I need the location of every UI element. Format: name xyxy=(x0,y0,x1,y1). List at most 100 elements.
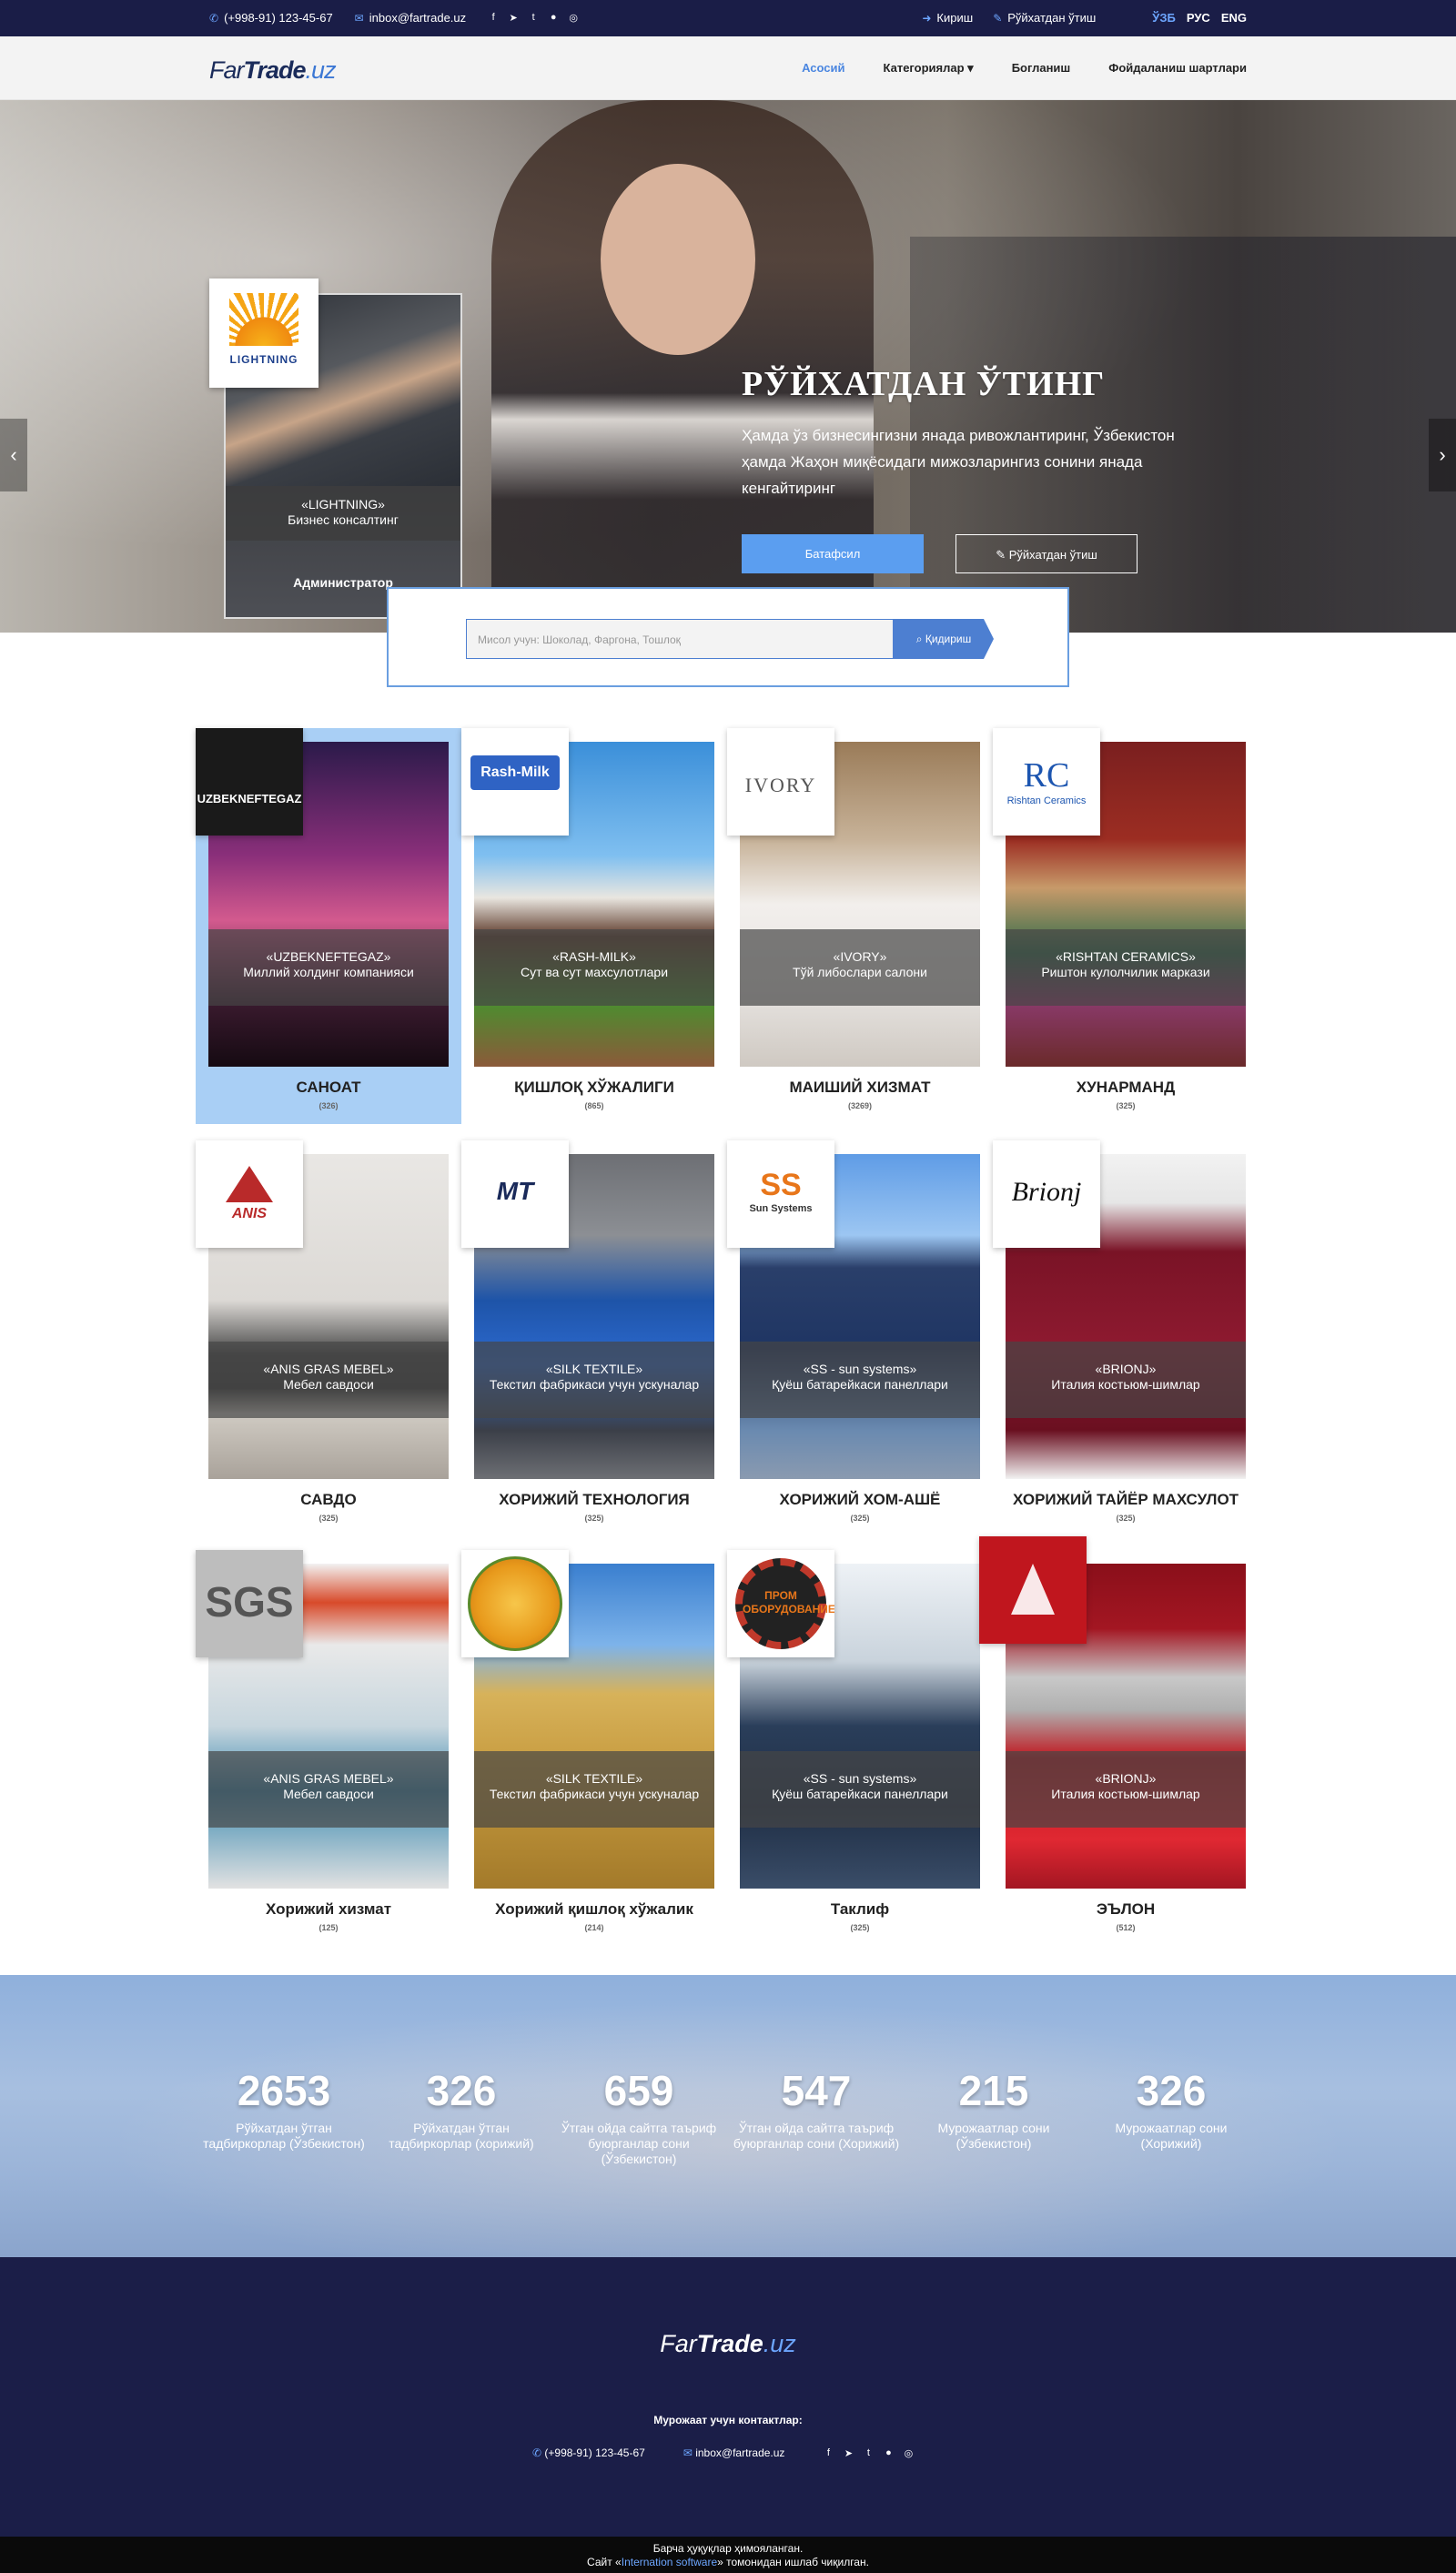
card-desc: Италия костьюм-шимлар xyxy=(1051,1787,1200,1801)
category-card-foreign-service[interactable]: «ANIS GRAS MEBEL» Мебел савдоси SGS Хориж… xyxy=(196,1550,461,1960)
logo-text: MT xyxy=(496,1177,534,1205)
instagram-icon[interactable]: ◎ xyxy=(903,2447,914,2459)
card-desc: Қуёш батарейкаси панеллари xyxy=(772,1787,948,1801)
footer-email[interactable]: ✉ inbox@fartrade.uz xyxy=(683,2446,785,2459)
logo-text: Rash-Milk xyxy=(470,755,560,790)
logo-text: UZBEKNEFTEGAZ xyxy=(197,792,302,805)
featured-company-desc: Бизнес консалтинг xyxy=(288,512,399,527)
category-count: (325) xyxy=(1116,1514,1136,1523)
twitter-icon[interactable]: t xyxy=(528,12,539,24)
category-title: САНОАТ (326) xyxy=(196,1079,461,1115)
site-footer: FarTrade.uz Мурожаат учун контактлар: ✆ … xyxy=(0,2257,1456,2573)
stat-number: 215 xyxy=(958,2067,1029,2114)
hero-text: РЎЙХАТДАН ЎТИНГ Ҳамда ўз бизнесингизни я… xyxy=(742,364,1215,501)
more-button[interactable]: Батафсил xyxy=(742,534,924,573)
category-card-raw-materials[interactable]: «SS - sun systems» Қуёш батарейкаси панел… xyxy=(727,1140,993,1550)
search-button-label: Қидириш xyxy=(925,633,972,645)
nav-contact[interactable]: Богланиш xyxy=(1012,61,1071,76)
category-card-services[interactable]: «IVORY» Тўй либослари салони IVORY МАИШИЙ… xyxy=(727,728,993,1124)
card-overlay: «SS - sun systems» Қуёш батарейкаси панел… xyxy=(740,1751,980,1828)
made-by-suffix: » томонидан ишлаб чиқилган. xyxy=(717,2556,869,2568)
nav-categories[interactable]: Категориялар ▾ xyxy=(884,61,974,76)
sgs-logo: SGS xyxy=(196,1550,303,1657)
category-count: (325) xyxy=(850,1923,870,1932)
stat-item: 659 Ўтган ойда сайтга таъриф буюрганлар с… xyxy=(552,2066,725,2167)
category-card-craftsman[interactable]: «RISHTAN CERAMICS» Риштон кулолчилик марк… xyxy=(993,728,1259,1124)
category-title-text: МАИШИЙ ХИЗМАТ xyxy=(789,1079,931,1096)
category-title: Хорижий қишлоқ хўжалик (214) xyxy=(461,1900,727,1937)
hero-title: РЎЙХАТДАН ЎТИНГ xyxy=(742,365,1106,403)
made-by-prefix: Сайт « xyxy=(587,2556,622,2568)
login-label: Кириш xyxy=(936,11,974,25)
nav-home[interactable]: Асосий xyxy=(802,61,844,76)
footer-logo-uz: .uz xyxy=(763,2330,796,2357)
facebook-icon[interactable]: f xyxy=(488,12,499,24)
phone-contact[interactable]: ✆ (+998-91) 123-45-67 xyxy=(209,11,333,25)
instagram-icon[interactable]: ◎ xyxy=(568,12,579,24)
category-count: (325) xyxy=(1116,1101,1136,1110)
slider-prev-button[interactable]: ‹ xyxy=(0,419,27,491)
rights-text: Барча ҳуқуқлар ҳимояланган. xyxy=(652,2542,804,2555)
card-overlay: «SS - sun systems» Қуёш батарейкаси панел… xyxy=(740,1342,980,1418)
main-nav: Асосий Категориялар ▾ Богланиш Фойдалани… xyxy=(802,61,1247,76)
twitter-icon[interactable]: t xyxy=(863,2447,874,2459)
wechat-icon[interactable]: ● xyxy=(548,12,559,24)
facebook-icon[interactable]: f xyxy=(823,2447,834,2459)
wechat-icon[interactable]: ● xyxy=(883,2447,894,2459)
login-icon: ➜ xyxy=(922,12,932,25)
category-title: ХОРИЖИЙ ТАЙЁР МАХСУЛОТ (325) xyxy=(993,1491,1259,1527)
envelope-icon: ✉ xyxy=(354,12,364,25)
statistics-section: 2653 Рўйхатдан ўтган тадбиркорлар (Ўзбеки… xyxy=(0,1975,1456,2257)
tree-icon xyxy=(1011,1564,1055,1615)
category-count: (512) xyxy=(1116,1923,1136,1932)
sun-systems-logo: SS Sun Systems xyxy=(727,1140,834,1248)
card-desc: Сут ва сут махсулотлари xyxy=(520,965,669,979)
logo-subtext: Sun Systems xyxy=(749,1203,813,1214)
stat-item: 547 Ўтган ойда сайтга таъриф буюрганлар с… xyxy=(730,2066,903,2152)
stat-number: 2653 xyxy=(237,2067,331,2114)
telegram-icon[interactable]: ➤ xyxy=(843,2447,854,2459)
category-card-foreign-agriculture[interactable]: «SILK TEXTILE» Текстил фабрикаси учун уск… xyxy=(461,1550,727,1960)
category-card-announcement[interactable]: «BRIONJ» Италия костьюм-шимлар ЭЪЛОН (512) xyxy=(979,1536,1259,1960)
slider-next-button[interactable]: › xyxy=(1429,419,1456,491)
site-logo[interactable]: FarTrade.uz xyxy=(209,56,337,85)
category-title-text: ХОРИЖИЙ ХОМ-АШЁ xyxy=(779,1491,941,1508)
card-desc: Текстил фабрикаси учун ускуналар xyxy=(489,1377,700,1392)
tree-logo xyxy=(979,1536,1087,1644)
stat-number: 547 xyxy=(781,2067,852,2114)
stat-item: 215 Мурожаатлар сони (Ўзбекистон) xyxy=(907,2066,1080,2152)
login-link[interactable]: ➜ Кириш xyxy=(922,11,973,25)
category-title: Таклиф (325) xyxy=(727,1900,993,1937)
card-company: «ANIS GRAS MEBEL» xyxy=(263,1771,394,1786)
search-input[interactable]: Мисол учун: Шоколад, Фаргона, Тошлоқ xyxy=(466,619,894,659)
logo-far: Far xyxy=(209,56,244,84)
lang-ru[interactable]: РУС xyxy=(1187,11,1210,25)
category-card-industry[interactable]: «UZBEKNEFTEGAZ» Миллий холдинг компанияси… xyxy=(196,728,461,1124)
email-contact[interactable]: ✉ inbox@fartrade.uz xyxy=(355,11,466,25)
category-card-finished-goods[interactable]: «BRIONJ» Италия костьюм-шимлар Brionj ХОР… xyxy=(993,1140,1259,1550)
category-card-agriculture[interactable]: «RASH-MILK» Сут ва сут махсулотлари Rash-… xyxy=(461,728,727,1124)
search-icon: ⌕ xyxy=(915,633,925,645)
search-button[interactable]: ⌕ Қидириш xyxy=(894,619,994,659)
telegram-icon[interactable]: ➤ xyxy=(508,12,519,24)
footer-logo[interactable]: FarTrade.uz xyxy=(0,2330,1456,2358)
category-title: ЭЪЛОН (512) xyxy=(993,1900,1259,1937)
category-card-offer[interactable]: «SS - sun systems» Қуёш батарейкаси панел… xyxy=(727,1550,993,1960)
category-card-foreign-tech[interactable]: «SILK TEXTILE» Текстил фабрикаси учун уск… xyxy=(461,1140,727,1550)
category-count: (325) xyxy=(584,1514,604,1523)
developer-link[interactable]: Internation software xyxy=(622,2556,717,2568)
category-title-text: Таклиф xyxy=(830,1900,890,1918)
category-title-text: ХОРИЖИЙ ТАЙЁР МАХСУЛОТ xyxy=(1012,1491,1239,1508)
lang-uz[interactable]: ЎЗБ xyxy=(1152,11,1176,25)
sunburst-icon xyxy=(229,293,298,346)
hero-register-button[interactable]: ✎ Рўйхатдан ўтиш xyxy=(956,534,1138,573)
category-title-text: ХУНАРМАНД xyxy=(1076,1079,1176,1096)
register-link[interactable]: ✎ Рўйхатдан ўтиш xyxy=(993,11,1096,25)
card-company: «UZBEKNEFTEGAZ» xyxy=(266,949,391,964)
lang-en[interactable]: ENG xyxy=(1221,11,1247,25)
wheat-icon xyxy=(468,1556,562,1651)
card-company: «IVORY» xyxy=(833,949,887,964)
category-card-trade[interactable]: «ANIS GRAS MEBEL» Мебел савдоси ANIS САВД… xyxy=(196,1140,461,1550)
nav-terms[interactable]: Фойдаланиш шартлари xyxy=(1108,61,1247,76)
footer-phone[interactable]: ✆ (+998-91) 123-45-67 xyxy=(532,2446,645,2459)
